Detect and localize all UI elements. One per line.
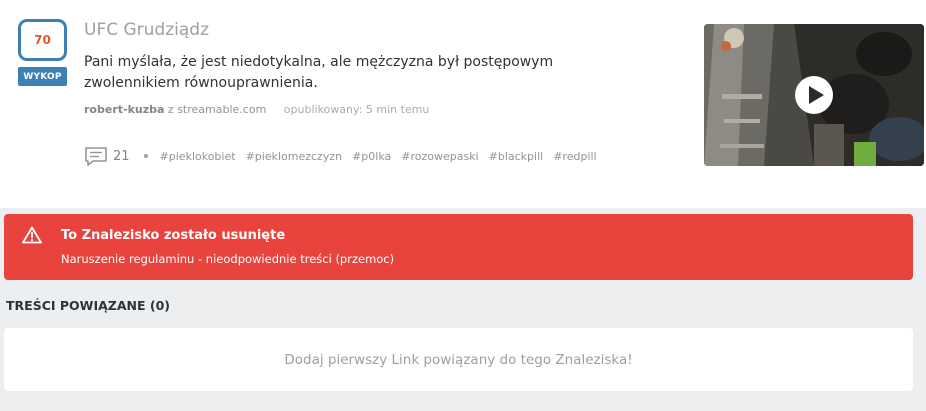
article-footer: 21 #pieklokobiet #pieklomezczyzn #p0lka … xyxy=(84,146,607,166)
tag-link[interactable]: #rozowepaski xyxy=(401,150,478,163)
tag-link[interactable]: #redpill xyxy=(553,150,596,163)
comment-count[interactable]: 21 xyxy=(113,149,130,164)
tag-link[interactable]: #blackpill xyxy=(489,150,544,163)
alert-title: To Znalezisko zostało usunięte xyxy=(61,228,286,243)
source-link[interactable]: streamable.com xyxy=(177,103,266,116)
related-box: Dodaj pierwszy Link powiązany do tego Zn… xyxy=(4,328,913,391)
removed-alert: To Znalezisko zostało usunięte Naruszeni… xyxy=(4,214,913,280)
tag-link[interactable]: #pieklokobiet xyxy=(160,150,236,163)
source-prefix: z xyxy=(167,103,174,116)
related-heading: TREŚCI POWIĄZANE (0) xyxy=(6,298,170,313)
alert-message: Naruszenie regulaminu - nieodpowiednie t… xyxy=(61,252,395,266)
article-meta: robert-kuzba z streamable.com opublikowa… xyxy=(84,103,429,116)
warning-icon xyxy=(22,226,42,244)
video-thumbnail[interactable] xyxy=(704,24,924,166)
add-related-link[interactable]: Dodaj pierwszy Link powiązany do tego Zn… xyxy=(284,352,632,368)
article-card: 70 WYKOP UFC Grudziądz Pani myślała, że … xyxy=(0,0,926,208)
vote-count: 70 xyxy=(18,19,67,61)
wykop-button[interactable]: WYKOP xyxy=(18,67,67,86)
separator-dot xyxy=(143,154,148,158)
article-description: Pani myślała, że jest niedotykalna, ale … xyxy=(84,54,554,91)
tag-link[interactable]: #p0lka xyxy=(352,150,391,163)
author-link[interactable]: robert-kuzba xyxy=(84,103,164,116)
article-title[interactable]: UFC Grudziądz xyxy=(84,20,209,40)
published-time: opublikowany: 5 min temu xyxy=(283,103,430,116)
comment-icon[interactable] xyxy=(84,146,108,166)
play-icon[interactable] xyxy=(794,75,834,115)
tag-link[interactable]: #pieklomezczyzn xyxy=(246,150,343,163)
